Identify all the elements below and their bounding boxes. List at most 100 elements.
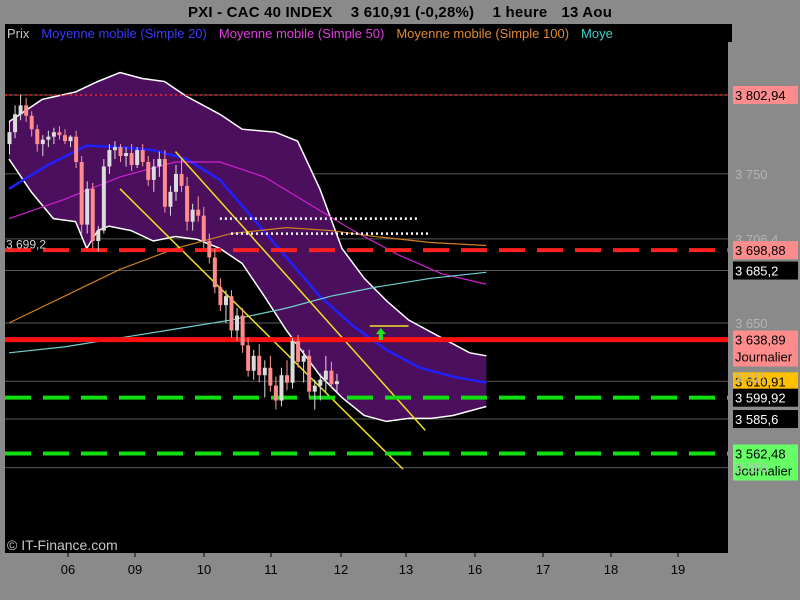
price-label: 3 750 bbox=[735, 167, 768, 182]
x-axis-label: 09 bbox=[128, 562, 142, 577]
candle-body bbox=[235, 315, 240, 331]
candle-body bbox=[196, 209, 201, 216]
candle-body bbox=[290, 340, 295, 383]
legend-item: Moyenne mobile (Simple 20) bbox=[41, 26, 206, 41]
price-label: 3 685,2 bbox=[733, 261, 798, 280]
candle-body bbox=[68, 136, 73, 142]
price-chart[interactable]: 3 699,2 Prix Moyenne mobile (Simple 20) Moy… bbox=[0, 0, 800, 600]
candle-body bbox=[151, 166, 156, 180]
candle-body bbox=[118, 147, 123, 157]
candle-body bbox=[246, 345, 251, 371]
candle-body bbox=[46, 136, 51, 140]
price-label-text: 3 802,94 bbox=[735, 88, 786, 103]
candle-body bbox=[174, 173, 178, 192]
price-label-text: 3 562,48 bbox=[735, 447, 786, 462]
candle-body bbox=[79, 162, 84, 225]
legend-item: Moye bbox=[581, 26, 613, 41]
candle-body bbox=[218, 287, 223, 306]
legend-item: Moyenne mobile (Simple 100) bbox=[396, 26, 569, 41]
price-label: 3 638,89 Journalier bbox=[733, 330, 798, 367]
candle bbox=[101, 159, 106, 234]
candle-body bbox=[140, 150, 145, 163]
candle-body bbox=[124, 153, 129, 157]
candle bbox=[135, 147, 140, 168]
candle-body bbox=[24, 105, 29, 116]
candle-body bbox=[129, 153, 134, 165]
candle-body bbox=[35, 129, 40, 145]
price-label-text: 3 750 bbox=[735, 167, 768, 182]
candle-body bbox=[157, 159, 162, 167]
candle bbox=[307, 349, 312, 398]
candle-body bbox=[229, 296, 234, 331]
x-axis-label: 17 bbox=[536, 562, 550, 577]
candle-body bbox=[112, 147, 117, 151]
legend-clip bbox=[728, 24, 732, 42]
candle-body bbox=[257, 355, 262, 376]
left-price-label: 3 699,2 bbox=[6, 238, 46, 252]
candle bbox=[162, 150, 167, 213]
candle-body bbox=[268, 367, 273, 386]
candle-body bbox=[190, 209, 195, 222]
x-axis-label: 10 bbox=[197, 562, 211, 577]
x-axis-label: 16 bbox=[468, 562, 482, 577]
candle-body bbox=[185, 185, 190, 222]
candle-body bbox=[240, 315, 245, 346]
hidden-axis-label: 3 650 bbox=[735, 316, 768, 331]
candle-body bbox=[318, 379, 323, 386]
candle-body bbox=[135, 150, 140, 165]
candle-body bbox=[29, 115, 34, 130]
hidden-axis-label: 3 556 bbox=[735, 461, 768, 476]
x-axis-label: 13 bbox=[399, 562, 413, 577]
candle-body bbox=[74, 136, 79, 163]
candle-body bbox=[162, 159, 167, 207]
candle-body bbox=[323, 370, 328, 380]
candle-body bbox=[296, 340, 301, 362]
candle-body bbox=[7, 132, 12, 145]
price-label-text: 3 685,2 bbox=[735, 264, 778, 279]
copyright-text: © IT-Finance.com bbox=[7, 537, 118, 553]
candle-body bbox=[107, 150, 112, 167]
candle-body bbox=[57, 132, 62, 136]
candle-body bbox=[212, 257, 217, 288]
candle-body bbox=[40, 139, 45, 145]
x-axis-label: 18 bbox=[604, 562, 618, 577]
candle-body bbox=[329, 370, 334, 385]
candle-body bbox=[334, 381, 339, 385]
candle-body bbox=[96, 230, 101, 242]
hidden-axis-label: 3 611 bbox=[735, 370, 767, 385]
candle-body bbox=[179, 173, 184, 186]
candle bbox=[79, 156, 84, 234]
price-label-text: 3 698,88 bbox=[735, 243, 786, 258]
candle-body bbox=[273, 385, 278, 401]
candle-body bbox=[63, 135, 67, 142]
candle-body bbox=[90, 188, 95, 242]
x-axis-label: 12 bbox=[334, 562, 348, 577]
legend-item: Prix bbox=[7, 26, 30, 41]
candle-body bbox=[312, 385, 317, 392]
candle-body bbox=[201, 215, 206, 242]
candle bbox=[290, 337, 295, 389]
price-label: 3 698,88 bbox=[733, 241, 798, 260]
price-label-text: 3 599,92 bbox=[735, 391, 786, 406]
candle-body bbox=[251, 355, 256, 371]
legend-item: Moyenne mobile (Simple 50) bbox=[219, 26, 384, 41]
x-axis-label: 19 bbox=[671, 562, 685, 577]
candle-body bbox=[262, 367, 267, 376]
candle-body bbox=[279, 375, 284, 401]
candle-body bbox=[207, 241, 212, 258]
price-label-text: 3 638,89 bbox=[735, 333, 786, 348]
candle bbox=[90, 182, 95, 249]
candle-body bbox=[101, 166, 106, 231]
price-label: 3 802,94 bbox=[733, 86, 798, 104]
candle-body bbox=[223, 296, 228, 306]
price-label: 3 585,6 bbox=[733, 410, 798, 429]
price-label-text: 3 585,6 bbox=[735, 412, 778, 427]
candle-body bbox=[301, 355, 306, 362]
x-axis-label: 11 bbox=[264, 562, 278, 577]
candle-body bbox=[85, 188, 90, 225]
candle-body bbox=[146, 162, 151, 180]
candle-body bbox=[18, 105, 23, 115]
candle-body bbox=[51, 132, 56, 137]
x-axis-label: 06 bbox=[61, 562, 75, 577]
price-label-sub: Journalier bbox=[735, 350, 793, 365]
